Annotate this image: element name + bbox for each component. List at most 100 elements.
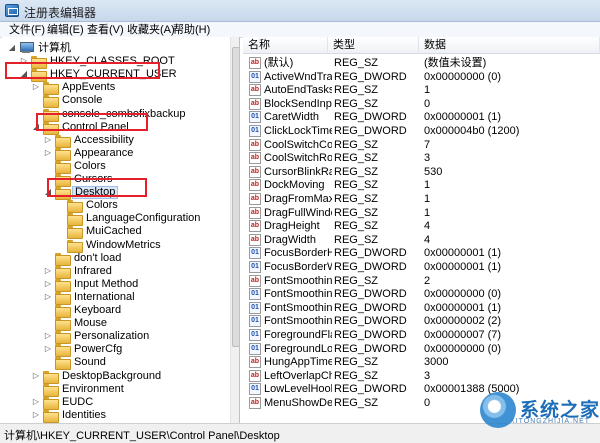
collapsed-arrow-icon[interactable]: ▷: [32, 397, 40, 407]
tree-node[interactable]: don't load: [2, 252, 228, 266]
binary-value-icon: 01: [249, 383, 261, 396]
menu-edit[interactable]: 编辑(E): [44, 23, 87, 37]
collapsed-arrow-icon[interactable]: ▷: [32, 410, 40, 420]
value-type: REG_SZ: [334, 57, 379, 69]
column-header-type[interactable]: 类型: [328, 37, 419, 54]
tree-node[interactable]: ▷ Personalization: [2, 330, 228, 345]
tree-node[interactable]: ◢ 计算机: [2, 42, 228, 55]
value-row[interactable]: 01FontSmoothing...REG_DWORD 0x00000002 (2…: [243, 314, 600, 328]
value-row[interactable]: abBlockSendInput...REG_SZ 0: [243, 97, 600, 111]
registry-app-icon: [5, 4, 19, 17]
tree-node[interactable]: LanguageConfiguration: [2, 212, 228, 227]
tree-node-label: Appearance: [74, 146, 134, 159]
value-data: 1: [424, 179, 431, 192]
folder-icon: [43, 409, 59, 423]
tree-node[interactable]: Mouse: [2, 317, 228, 332]
tree-node[interactable]: Console: [2, 94, 228, 109]
value-row[interactable]: ab DragHeight REG_SZ 4: [243, 219, 600, 233]
collapsed-arrow-icon[interactable]: ▷: [44, 344, 52, 354]
tree-node-label: Accessibility: [74, 133, 134, 146]
tree-node[interactable]: ▷ Identities: [2, 408, 228, 423]
value-row[interactable]: abCursorBlinkRateREG_SZ 530: [243, 165, 600, 179]
value-name: DragHeight: [264, 220, 320, 233]
window-title: 注册表编辑器: [24, 6, 97, 20]
tree-node-label: Keyboard: [74, 304, 122, 316]
value-row[interactable]: 01FocusBorderWid...REG_DWORD 0x00000001 (…: [243, 260, 600, 274]
title-bar[interactable]: 注册表编辑器: [0, 0, 600, 22]
menu-help[interactable]: 帮助(H): [170, 23, 213, 37]
tree-node[interactable]: ▷ International: [2, 291, 228, 305]
collapsed-arrow-icon[interactable]: ▷: [44, 279, 52, 289]
tree-node[interactable]: ▷ Appearance: [2, 146, 228, 161]
tree-node[interactable]: ▷ Accessibility: [2, 133, 228, 148]
value-type: REG_DWORD: [334, 383, 407, 396]
collapsed-arrow-icon[interactable]: ▷: [32, 82, 40, 92]
registry-tree[interactable]: ◢ 计算机 ▷ HKEY_CLASSES_ROOT ◢ HKEY_CURRENT_USER…: [2, 37, 240, 423]
tree-node-label: Identities: [62, 408, 107, 421]
folder-icon: [67, 213, 83, 227]
tree-node[interactable]: Keyboard: [2, 304, 228, 318]
values-list[interactable]: 名称 类型 数据 ab (默认) REG_SZ (数值未设置) 01 ActiveWndT…: [243, 37, 600, 423]
collapsed-arrow-icon[interactable]: ▷: [44, 331, 52, 341]
value-name: CoolSwitchColu...: [264, 138, 332, 151]
column-header-name[interactable]: 名称: [243, 37, 328, 54]
value-row[interactable]: abCoolSwitchRowsREG_SZ 3: [243, 151, 600, 165]
folder-icon: [43, 370, 59, 384]
value-row[interactable]: ab DockMoving REG_SZ 1: [243, 178, 600, 192]
value-name: ActiveWndTrack...: [264, 70, 332, 83]
tree-node[interactable]: ▷ Input Method: [2, 278, 228, 292]
tree-node-label: Environment: [62, 382, 124, 395]
tree-node[interactable]: ▷ DesktopBackground: [2, 370, 228, 384]
collapsed-arrow-icon[interactable]: ▷: [32, 371, 40, 381]
folder-icon: [55, 134, 71, 148]
value-row[interactable]: 01 ClickLockTime REG_DWORD 0x000004b0 (1200…: [243, 124, 600, 138]
value-row[interactable]: abCoolSwitchColu...REG_SZ 7: [243, 138, 600, 152]
tree-node[interactable]: ▷ AppEvents: [2, 81, 228, 96]
value-row[interactable]: ab DragWidth REG_SZ 4: [243, 233, 600, 247]
menu-file[interactable]: 文件(F): [6, 23, 48, 37]
value-row[interactable]: 01FontSmoothing...REG_DWORD 0x00000000 (0…: [243, 287, 600, 301]
tree-node-label: Console: [62, 94, 103, 107]
value-row[interactable]: abDragFullWindowsREG_SZ 1: [243, 206, 600, 220]
tree-node[interactable]: Sound: [2, 356, 228, 371]
value-row[interactable]: ab AutoEndTasks REG_SZ 1: [243, 83, 600, 97]
collapsed-arrow-icon[interactable]: ▷: [44, 292, 52, 302]
value-row[interactable]: 01ForegroundFlas...REG_DWORD 0x00000007 (…: [243, 328, 600, 342]
value-row[interactable]: abLeftOverlapCharsREG_SZ 3: [243, 369, 600, 383]
value-name: LowLevelHooks...: [264, 383, 332, 396]
value-row[interactable]: 01 CaretWidth REG_DWORD 0x00000001 (1): [243, 110, 600, 124]
value-row[interactable]: ab FontSmoothing REG_SZ 2: [243, 274, 600, 288]
tree-node[interactable]: WindowMetrics: [2, 239, 228, 253]
value-row[interactable]: ab (默认) REG_SZ (数值未设置): [243, 56, 600, 70]
tree-node-label: EUDC: [62, 395, 94, 408]
tree-node[interactable]: MuiCached: [2, 225, 228, 240]
menu-view[interactable]: 查看(V): [84, 23, 127, 37]
collapsed-arrow-icon[interactable]: ▷: [44, 135, 52, 145]
tree-node[interactable]: ▷ PowerCfg: [2, 343, 228, 358]
collapsed-arrow-icon[interactable]: ▷: [44, 148, 52, 158]
tree-node[interactable]: ▷ Infrared: [2, 265, 228, 279]
tree-node[interactable]: ▷ EUDC: [2, 395, 228, 410]
tree-node-label: 计算机: [38, 42, 71, 54]
folder-icon: [55, 278, 71, 292]
value-row[interactable]: abDragFromMaxi...REG_SZ 1: [243, 192, 600, 206]
value-row[interactable]: 01ActiveWndTrack...REG_DWORD 0x00000000 (…: [243, 70, 600, 84]
binary-value-icon: 01: [249, 301, 261, 314]
no-expander: [44, 161, 52, 171]
tree-node[interactable]: Colors: [2, 199, 228, 214]
value-row[interactable]: abHungAppTimeo...REG_SZ 3000: [243, 355, 600, 369]
collapsed-arrow-icon[interactable]: ▷: [44, 266, 52, 276]
value-type: REG_SZ: [334, 165, 379, 178]
expanded-arrow-icon[interactable]: ◢: [8, 43, 16, 53]
tree-node[interactable]: Environment: [2, 382, 228, 397]
value-row[interactable]: 01FontSmoothing...REG_DWORD 0x00000001 (1…: [243, 301, 600, 315]
folder-icon: [55, 252, 71, 266]
tree-scrollbar[interactable]: [230, 37, 239, 423]
value-row[interactable]: 01FocusBorderHei...REG_DWORD 0x00000001 (…: [243, 246, 600, 260]
column-header-data[interactable]: 数据: [419, 37, 600, 54]
string-value-icon: ab: [249, 397, 261, 409]
tree-scrollbar-thumb[interactable]: [232, 47, 239, 347]
value-row[interactable]: 01ForegroundLock...REG_DWORD 0x00000000 (…: [243, 342, 600, 356]
tree-node[interactable]: Colors: [2, 160, 228, 174]
value-name: ClickLockTime: [264, 125, 332, 137]
